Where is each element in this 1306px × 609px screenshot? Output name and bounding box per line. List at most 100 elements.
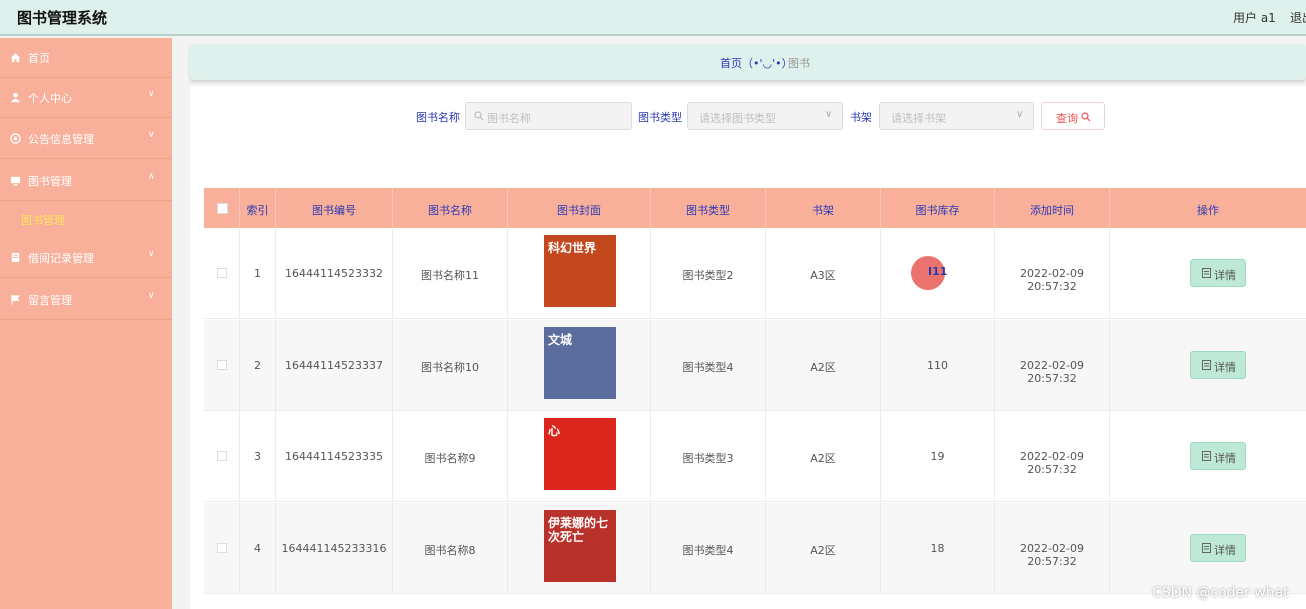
column-header[interactable]: 添加时间 (995, 188, 1110, 228)
cell-actions: 详情 (1110, 411, 1306, 502)
cell-shelf: A2区 (766, 502, 881, 594)
chevron-down-icon: ∨ (148, 291, 155, 301)
cell-shelf: A2区 (766, 411, 881, 502)
sidebar-item-home[interactable]: 首页 (0, 38, 172, 78)
sidebar-item-messages[interactable]: 留言管理 ∨ (0, 280, 172, 320)
cell-type: 图书类型2 (651, 228, 766, 319)
column-header: 索引 (240, 188, 276, 228)
sidebar-item-borrow-records[interactable]: 借阅记录管理 ∨ (0, 238, 172, 278)
cell-time: 2022-02-09 20:57:32 (995, 319, 1110, 411)
select-all-checkbox[interactable] (217, 203, 228, 214)
column-header[interactable]: 书架 (766, 188, 881, 228)
sidebar-item-label: 留言管理 (28, 294, 72, 307)
cell-name: 图书名称8 (393, 502, 508, 594)
cell-actions: 详情 (1110, 503, 1306, 594)
shelf-placeholder: 请选择书架 (891, 112, 946, 125)
cell-shelf: A2区 (766, 319, 881, 411)
logout-link[interactable]: 退出 (1290, 9, 1306, 26)
book-cover-image: 心 (544, 418, 616, 490)
search-button-label: 查询 (1056, 112, 1078, 125)
app-title: 图书管理系统 (17, 9, 108, 27)
chevron-down-icon: ∨ (1016, 109, 1024, 120)
detail-button[interactable]: 详情 (1190, 442, 1246, 470)
table-row: 4 164441145233316 图书名称8 伊莱娜的七次死亡 图书类型4 A2区 18 2… (204, 502, 1306, 594)
column-header[interactable]: 图书名称 (393, 188, 508, 228)
cell-shelf: A3区 (766, 228, 881, 319)
table-row: 1 16444114523332 图书名称11 科幻世界 图书类型2 A3区 2022-02… (204, 228, 1306, 319)
row-checkbox[interactable] (217, 451, 227, 461)
document-icon (11, 252, 20, 263)
detail-button[interactable]: 详情 (1190, 259, 1246, 287)
cell-type: 图书类型4 (651, 319, 766, 411)
table-header: 索引 图书编号 图书名称 图书封面 图书类型 书架 图书库存 添加时间 操作 (204, 188, 1306, 228)
column-header[interactable]: 图书类型 (651, 188, 766, 228)
column-header[interactable]: 图书封面 (508, 188, 651, 228)
cell-stock: 110 (881, 319, 995, 411)
cell-type: 图书类型4 (651, 502, 766, 594)
table-row: 3 16444114523335 图书名称9 心图书类型3 A2区 19 2022-02-0… (204, 411, 1306, 502)
cell-actions: 详情 (1110, 320, 1306, 411)
chevron-down-icon: ∨ (148, 249, 155, 259)
current-user: 用户 a1 (1233, 11, 1276, 25)
chevron-down-icon: ∨ (825, 109, 833, 120)
sidebar-item-label: 个人中心 (28, 92, 72, 105)
search-button[interactable]: 查询 (1041, 102, 1105, 130)
sidebar-item-label: 公告信息管理 (28, 133, 94, 146)
search-icon (474, 111, 484, 121)
cell-time: 2022-02-09 20:57:32 (995, 228, 1110, 319)
sidebar-item-notice[interactable]: 公告信息管理 ∨ (0, 119, 172, 159)
document-icon (1202, 451, 1211, 461)
flag-icon (11, 294, 20, 305)
chevron-down-icon: ∨ (148, 130, 155, 140)
sidebar-item-profile[interactable]: 个人中心 ∨ (0, 78, 172, 118)
shelf-select[interactable]: 请选择书架 ∨ (879, 102, 1034, 130)
watermark: CSDN @coder what (1152, 585, 1289, 601)
home-icon (10, 53, 21, 63)
detail-button[interactable]: 详情 (1190, 350, 1246, 379)
cell-name: 图书名称11 (393, 228, 508, 319)
cell-name: 图书名称9 (393, 411, 508, 502)
cell-cover: 伊莱娜的七次死亡 (508, 502, 651, 594)
cell-stock: 19 (881, 411, 995, 502)
document-icon (1202, 268, 1211, 278)
book-name-label: 图书名称 (416, 111, 460, 124)
row-checkbox[interactable] (217, 268, 227, 278)
detail-button[interactable]: 详情 (1190, 533, 1246, 562)
cursor-text: I11 (928, 265, 948, 278)
book-cover-image: 伊莱娜的七次死亡 (544, 509, 616, 582)
cell-index: 3 (240, 411, 276, 502)
cell-name: 图书名称10 (393, 319, 508, 411)
sidebar-item-label: 图书管理 (28, 175, 72, 188)
row-checkbox[interactable] (217, 359, 227, 370)
cell-time: 2022-02-09 20:57:32 (995, 411, 1110, 502)
book-type-placeholder: 请选择图书类型 (699, 112, 776, 125)
document-icon (1202, 542, 1211, 553)
column-header[interactable]: 图书库存 (881, 188, 995, 228)
column-header: 操作 (1197, 204, 1219, 217)
book-name-placeholder: 图书名称 (487, 112, 531, 125)
row-select-cell (204, 502, 240, 594)
cell-index: 4 (240, 502, 276, 594)
shelf-label: 书架 (850, 111, 872, 124)
sidebar-item-label: 首页 (28, 52, 50, 65)
sidebar-item-label: 借阅记录管理 (28, 252, 94, 265)
cell-index: 1 (240, 228, 276, 319)
book-type-label: 图书类型 (638, 111, 682, 124)
breadcrumb-home[interactable]: 首页（•'◡'•） (720, 55, 793, 71)
monitor-icon (10, 176, 21, 186)
cell-code: 16444114523332 (276, 228, 393, 319)
sidebar-item-books[interactable]: 图书管理 ∧ (0, 161, 172, 201)
cell-cover: 科幻世界 (508, 228, 651, 319)
sidebar-subitem-book-management[interactable]: 图书管理 (21, 212, 65, 228)
book-type-select[interactable]: 请选择图书类型 ∨ (687, 102, 843, 130)
row-checkbox[interactable] (217, 542, 227, 553)
book-cover-image: 科幻世界 (544, 235, 616, 307)
breadcrumb-current: 图书 (788, 57, 810, 70)
column-header[interactable]: 图书编号 (276, 188, 393, 228)
select-all-cell (204, 188, 240, 228)
cell-time: 2022-02-09 20:57:32 (995, 502, 1110, 594)
chevron-up-icon: ∧ (148, 172, 155, 182)
row-select-cell (204, 411, 240, 502)
book-name-input[interactable]: 图书名称 (465, 102, 632, 130)
document-icon (1202, 359, 1211, 370)
